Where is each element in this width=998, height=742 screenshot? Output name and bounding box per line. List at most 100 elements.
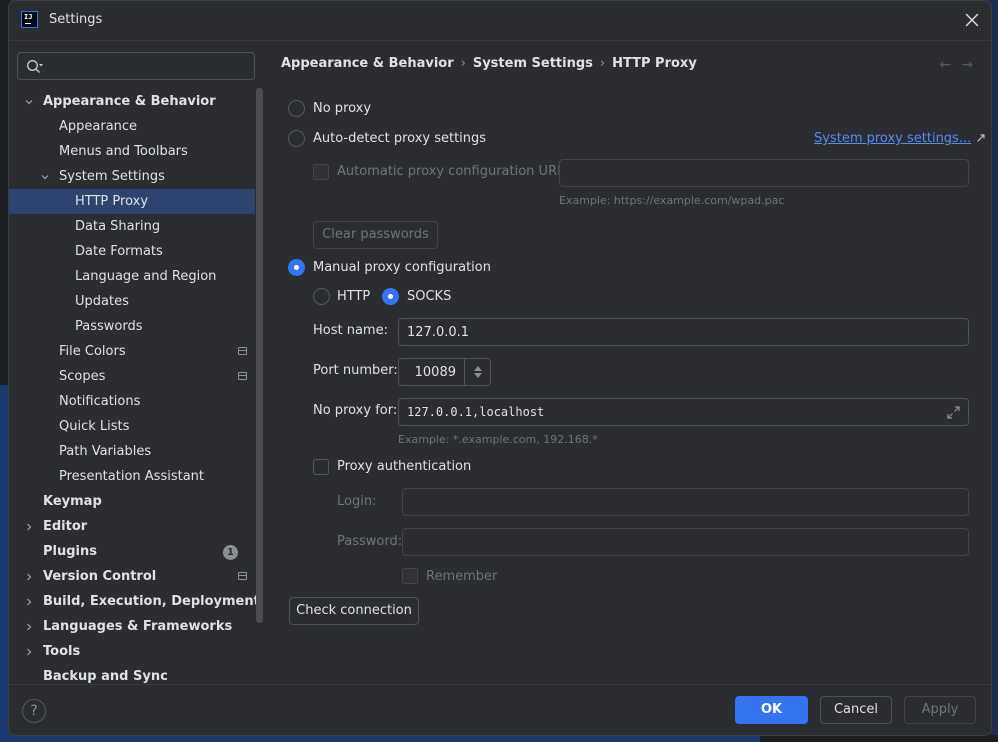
no-proxy-for-field[interactable] xyxy=(398,398,969,426)
update-count-badge: 1 xyxy=(223,545,238,560)
sidebar-item-label: Quick Lists xyxy=(59,419,130,434)
dialog-footer: ? OK Cancel Apply xyxy=(9,684,991,735)
sidebar-item-data-sharing[interactable]: Data Sharing xyxy=(9,214,255,239)
sidebar-item-http-proxy[interactable]: HTTP Proxy xyxy=(9,189,255,214)
cancel-button[interactable]: Cancel xyxy=(820,696,892,724)
sidebar-item-date-formats[interactable]: Date Formats xyxy=(9,239,255,264)
port-stepper[interactable] xyxy=(464,359,490,385)
sidebar-item-plugins[interactable]: Plugins 1 xyxy=(9,539,255,564)
manual-proxy-radio[interactable] xyxy=(288,259,305,276)
sidebar-item-path-variables[interactable]: Path Variables xyxy=(9,439,255,464)
login-input[interactable] xyxy=(403,489,968,515)
password-field[interactable] xyxy=(402,528,969,556)
no-proxy-for-label: No proxy for: xyxy=(313,403,398,418)
decrement-icon[interactable] xyxy=(473,373,482,378)
http-radio[interactable] xyxy=(313,288,330,305)
sidebar-item-appearance[interactable]: Appearance xyxy=(9,114,255,139)
help-button[interactable]: ? xyxy=(22,699,46,723)
sidebar-item-label: Menus and Toolbars xyxy=(59,144,188,159)
auto-config-url-checkbox[interactable] xyxy=(313,164,329,180)
breadcrumb-item[interactable]: Appearance & Behavior xyxy=(281,56,454,71)
sidebar-item-editor[interactable]: Editor xyxy=(9,514,255,539)
port-number-spinner[interactable] xyxy=(398,358,491,386)
history-navigation: ←→ xyxy=(940,57,983,73)
breadcrumb: Appearance & Behavior › System Settings › HT… xyxy=(281,56,697,71)
sidebar-item-label: Passwords xyxy=(75,319,143,334)
breadcrumb-item-current: HTTP Proxy xyxy=(612,56,697,71)
auto-config-url-input[interactable] xyxy=(560,160,968,186)
auto-detect-radio[interactable] xyxy=(288,130,305,147)
sidebar-item-label: Plugins xyxy=(43,544,97,559)
chevron-right-icon[interactable] xyxy=(23,589,35,614)
no-proxy-radio[interactable] xyxy=(288,100,305,117)
sidebar-item-version-control[interactable]: Version Control xyxy=(9,564,255,589)
chevron-down-icon[interactable] xyxy=(39,164,51,189)
remember-label: Remember xyxy=(426,569,498,584)
sidebar-item-file-colors[interactable]: File Colors xyxy=(9,339,255,364)
sidebar-item-label: Data Sharing xyxy=(75,219,161,234)
proxy-authentication-label[interactable]: Proxy authentication xyxy=(337,459,471,474)
host-name-input[interactable] xyxy=(399,319,968,345)
breadcrumb-item[interactable]: System Settings xyxy=(473,56,593,71)
sidebar-item-label: Appearance & Behavior xyxy=(43,94,216,109)
auto-detect-label[interactable]: Auto-detect proxy settings xyxy=(313,131,486,146)
http-label[interactable]: HTTP xyxy=(337,289,370,304)
window-title: Settings xyxy=(49,12,103,27)
no-proxy-for-input[interactable] xyxy=(399,399,968,425)
settings-search[interactable] xyxy=(17,52,255,80)
expand-icon[interactable] xyxy=(946,405,961,420)
manual-proxy-label[interactable]: Manual proxy configuration xyxy=(313,260,491,275)
chevron-right-icon[interactable] xyxy=(23,514,35,539)
socks-label[interactable]: SOCKS xyxy=(407,289,451,304)
chevron-right-icon[interactable] xyxy=(23,564,35,589)
breadcrumb-separator: › xyxy=(599,56,606,71)
title-bar: IJ Settings xyxy=(9,1,991,41)
sidebar-item-tools[interactable]: Tools xyxy=(9,639,255,664)
remember-checkbox[interactable] xyxy=(402,568,418,584)
password-input[interactable] xyxy=(403,529,968,555)
check-connection-button[interactable]: Check connection xyxy=(289,597,419,625)
sidebar-item-keymap[interactable]: Keymap xyxy=(9,489,255,514)
intellij-app-icon: IJ xyxy=(21,11,38,28)
http-proxy-panel: Appearance & Behavior › System Settings › HT… xyxy=(271,41,991,684)
sidebar-item-label: Tools xyxy=(43,644,81,659)
chevron-right-icon[interactable] xyxy=(23,614,35,639)
apply-button[interactable]: Apply xyxy=(904,696,976,724)
increment-icon[interactable] xyxy=(473,366,482,371)
login-field[interactable] xyxy=(402,488,969,516)
auto-config-url-field[interactable] xyxy=(559,159,969,187)
port-number-label: Port number: xyxy=(313,363,398,378)
host-name-field[interactable] xyxy=(398,318,969,346)
socks-radio[interactable] xyxy=(382,288,399,305)
sidebar-item-presentation-assistant[interactable]: Presentation Assistant xyxy=(9,464,255,489)
sidebar-item-languages-frameworks[interactable]: Languages & Frameworks xyxy=(9,614,255,639)
proxy-authentication-checkbox[interactable] xyxy=(313,459,329,475)
sidebar-item-label: Keymap xyxy=(43,494,102,509)
sidebar-item-updates[interactable]: Updates xyxy=(9,289,255,314)
sidebar-item-passwords[interactable]: Passwords xyxy=(9,314,255,339)
close-button[interactable] xyxy=(963,11,981,29)
ok-button[interactable]: OK xyxy=(735,696,808,724)
sidebar-item-build-execution-deployment[interactable]: Build, Execution, Deployment xyxy=(9,589,260,614)
background-window-bottom-right xyxy=(760,735,998,742)
system-proxy-settings-link[interactable]: System proxy settings... ↗ xyxy=(814,131,986,146)
no-proxy-label[interactable]: No proxy xyxy=(313,101,371,116)
sidebar-item-menus-and-toolbars[interactable]: Menus and Toolbars xyxy=(9,139,255,164)
forward-arrow-icon[interactable]: → xyxy=(961,57,983,73)
sidebar-item-scopes[interactable]: Scopes xyxy=(9,364,255,389)
chevron-down-icon[interactable] xyxy=(23,89,35,114)
sidebar-item-notifications[interactable]: Notifications xyxy=(9,389,255,414)
back-arrow-icon[interactable]: ← xyxy=(940,57,962,73)
sidebar-item-quick-lists[interactable]: Quick Lists xyxy=(9,414,255,439)
sidebar-item-appearance-behavior[interactable]: Appearance & Behavior xyxy=(9,89,255,114)
sidebar-item-language-and-region[interactable]: Language and Region xyxy=(9,264,255,289)
background-window-bottom xyxy=(0,735,760,742)
settings-dialog: IJ Settings Appearance & Behavior Appeara… xyxy=(8,0,992,736)
project-level-icon xyxy=(238,372,247,380)
sidebar-scrollbar[interactable] xyxy=(256,88,263,623)
clear-passwords-button[interactable]: Clear passwords xyxy=(313,221,438,249)
project-level-icon xyxy=(238,572,247,580)
chevron-right-icon[interactable] xyxy=(23,639,35,664)
settings-search-input[interactable] xyxy=(48,56,248,76)
sidebar-item-system-settings[interactable]: System Settings xyxy=(9,164,255,189)
